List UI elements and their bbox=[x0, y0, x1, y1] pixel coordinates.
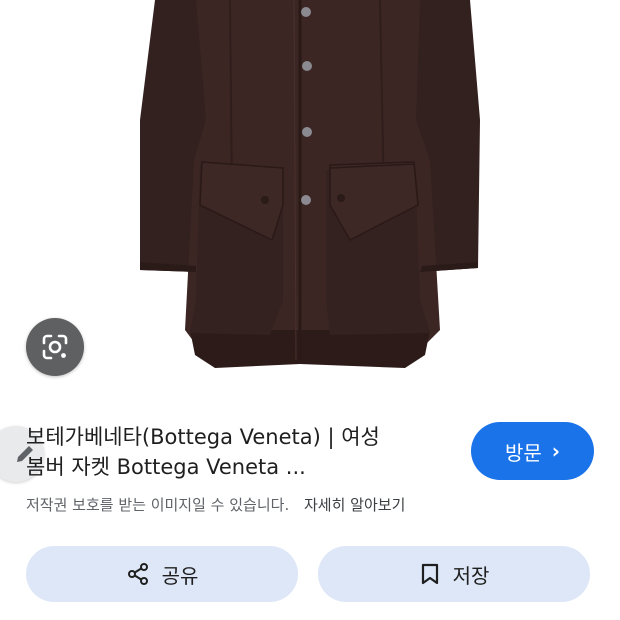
chevron-right-icon: › bbox=[551, 439, 561, 463]
result-title[interactable]: 보테가베네타(Bottega Veneta) | 여성 봄버 자켓 Botteg… bbox=[26, 422, 456, 482]
visit-button[interactable]: 방문 › bbox=[471, 422, 594, 480]
save-button[interactable]: 저장 bbox=[318, 546, 590, 602]
copyright-notice-text: 저작권 보호를 받는 이미지일 수 있습니다. bbox=[26, 496, 290, 514]
share-icon bbox=[127, 563, 148, 585]
save-button-label: 저장 bbox=[452, 563, 490, 588]
share-button[interactable]: 공유 bbox=[26, 546, 298, 602]
result-title-line1: 보테가베네타(Bottega Veneta) | 여성 bbox=[26, 425, 380, 449]
jacket-product-image bbox=[140, 0, 480, 368]
learn-more-link[interactable]: 자세히 알아보기 bbox=[304, 496, 405, 514]
visit-button-label: 방문 bbox=[504, 440, 542, 465]
bookmark-icon bbox=[421, 563, 438, 585]
share-button-label: 공유 bbox=[161, 563, 199, 588]
result-title-line2: 봄버 자켓 Bottega Veneta ... bbox=[26, 455, 306, 479]
google-lens-button[interactable] bbox=[26, 318, 84, 376]
result-image[interactable] bbox=[0, 0, 620, 400]
copyright-notice: 저작권 보호를 받는 이미지일 수 있습니다. 자세히 알아보기 bbox=[26, 494, 405, 515]
google-lens-icon bbox=[42, 334, 68, 360]
